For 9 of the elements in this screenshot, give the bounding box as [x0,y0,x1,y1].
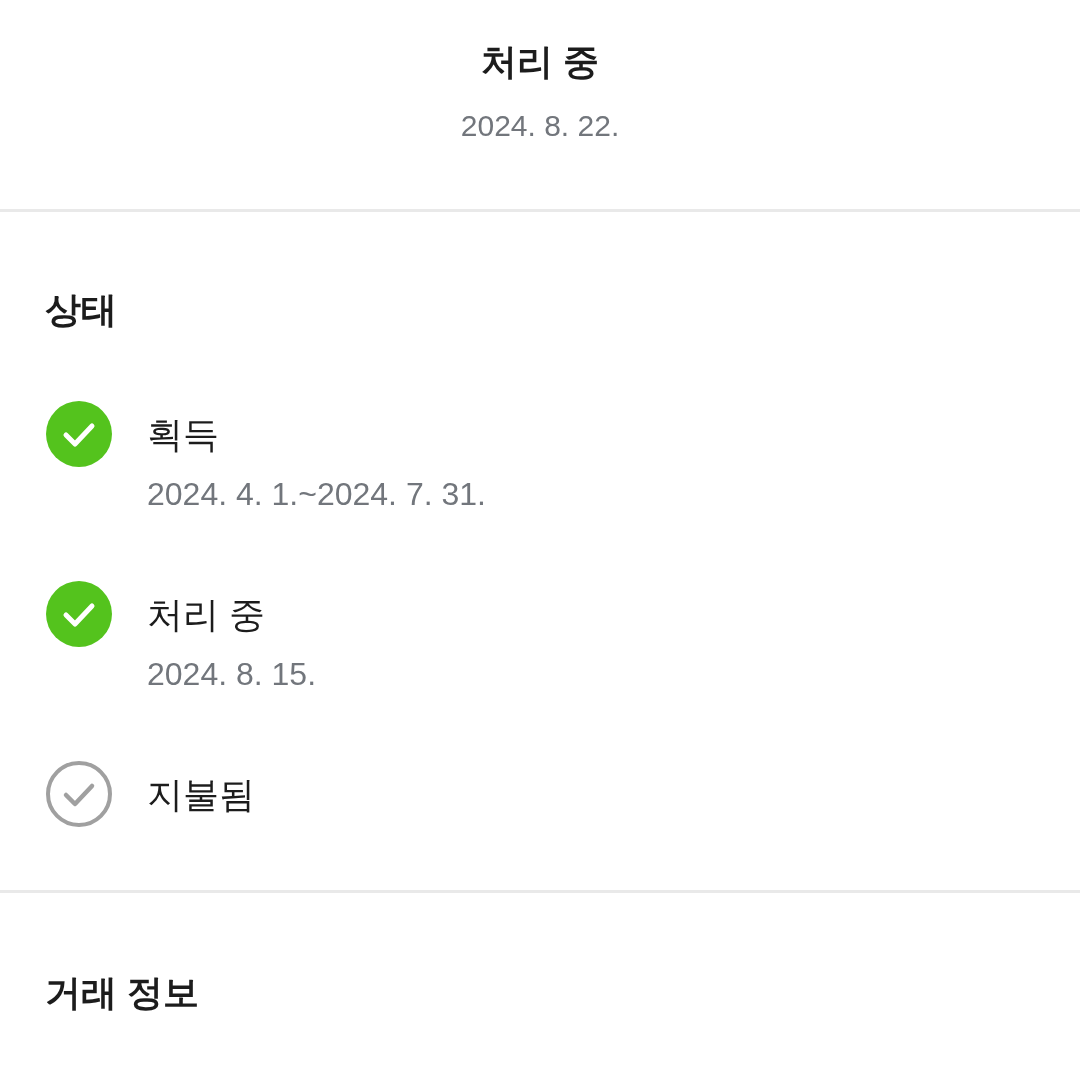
step-label: 획득 [147,412,219,457]
step-label: 지불됨 [147,772,255,817]
date-text: 2024. 8. 22. [460,108,620,144]
step-date: 2024. 4. 1.~2024. 7. 31. [147,475,486,514]
section-title: 상태 [45,288,117,332]
section-title: 거래 정보 [45,971,199,1015]
step-label: 처리 중 [147,592,265,637]
step-date: 2024. 8. 15. [147,655,317,694]
status-title: 처리 중 [481,40,599,84]
